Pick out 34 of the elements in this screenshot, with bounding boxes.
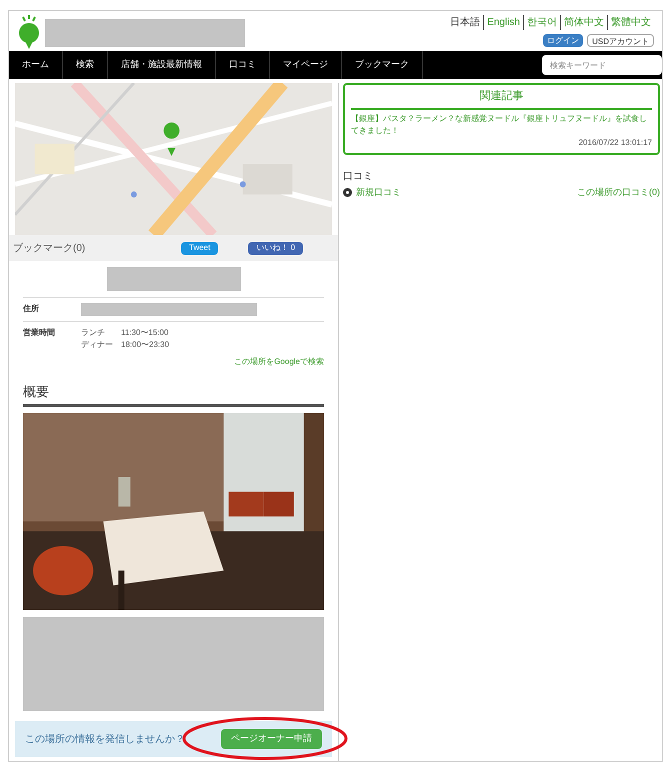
article-link[interactable]: 【銀座】パスタ？ラーメン？な新感覚ヌードル『銀座トリュフヌードル』を試食してきました！: [351, 112, 652, 136]
hours-text: 11:30〜15:00: [121, 327, 168, 339]
owner-request-button[interactable]: ページオーナー申請: [221, 729, 322, 749]
info-label: 住所: [23, 303, 40, 315]
nav-item[interactable]: ブックマーク: [342, 51, 423, 79]
bookmark-link[interactable]: ブックマーク(0): [13, 240, 181, 256]
language-link[interactable]: English: [483, 15, 523, 30]
language-link[interactable]: 繁體中文: [607, 15, 654, 30]
language-link[interactable]: 简体中文: [560, 15, 607, 30]
account-button[interactable]: USDアカウント: [587, 34, 654, 47]
reviews-heading: 口コミ: [343, 170, 374, 184]
nav-item[interactable]: 口コミ: [216, 51, 270, 79]
section-heading: 概要: [23, 382, 324, 406]
search-field[interactable]: 検索キーワード: [542, 55, 662, 75]
meal-label: ランチ: [81, 327, 106, 339]
card-title: 関連記事: [351, 85, 652, 110]
tweet-button[interactable]: Tweet: [181, 242, 218, 254]
info-label: 営業時間: [23, 327, 56, 339]
nav-item[interactable]: マイページ: [270, 51, 342, 79]
nav-item[interactable]: 検索: [63, 51, 108, 79]
login-button[interactable]: ログイン: [543, 34, 584, 47]
article-date: 2016/07/22 13:01:17: [578, 136, 652, 148]
meal-label: ディナー: [81, 339, 114, 351]
google-search-link[interactable]: この場所をGoogleで検索: [234, 356, 324, 368]
nav-item[interactable]: ホーム: [9, 51, 63, 79]
language-link[interactable]: 日本語: [447, 15, 484, 30]
owner-prompt-text: この場所の情報を発信しませんか？: [25, 732, 185, 746]
nav-item[interactable]: 店舗・施設最新情報: [108, 51, 216, 79]
hours-text: 18:00〜23:30: [121, 339, 170, 351]
review-count-link[interactable]: この場所の口コミ(0): [577, 186, 660, 199]
lightbulb-logo-icon: [17, 15, 41, 49]
like-button[interactable]: いいね！ 0: [248, 242, 304, 254]
language-link[interactable]: 한국어: [523, 15, 560, 30]
new-review-link[interactable]: 新規口コミ: [343, 186, 401, 199]
